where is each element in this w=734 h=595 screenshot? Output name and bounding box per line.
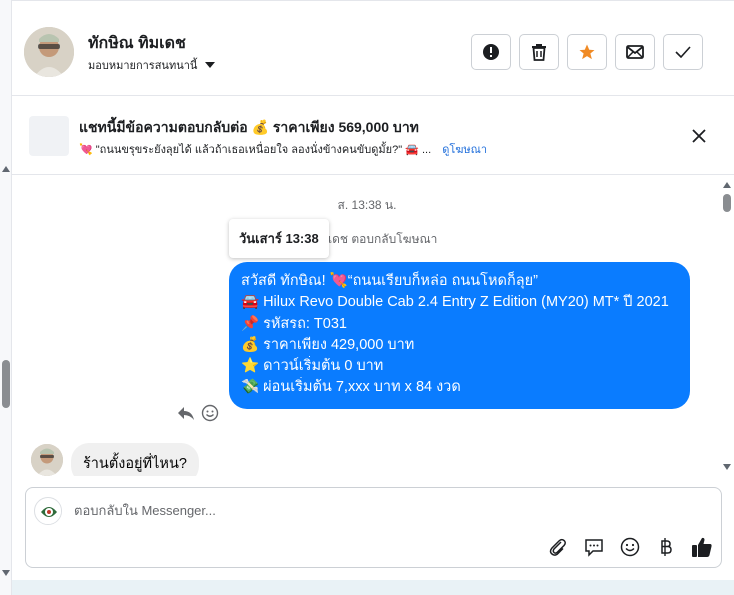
- message-line: ⭐ ดาวน์เริ่มต้น 0 บาท: [241, 358, 384, 375]
- trash-icon: [532, 44, 546, 61]
- attach-button[interactable]: [547, 536, 569, 558]
- mark-unread-button[interactable]: [615, 34, 655, 70]
- ad-reply-banner: แชทนี้มีข้อความตอบกลับต่อ 💰 ราคาเพียง 56…: [12, 97, 734, 175]
- scroll-up-arrow[interactable]: [2, 166, 10, 172]
- thumbs-up-icon: [692, 537, 712, 557]
- assign-conversation-dropdown[interactable]: มอบหมายการสนทนานี้: [88, 56, 216, 74]
- emoji-button[interactable]: [619, 536, 641, 558]
- smiley-icon: [620, 537, 640, 557]
- footer-band: [12, 580, 734, 595]
- scroll-thumb[interactable]: [723, 194, 731, 212]
- react-smiley-icon[interactable]: [201, 404, 219, 422]
- mark-spam-button[interactable]: [471, 34, 511, 70]
- message-line: 💸 ผ่อนเริ่มต้น 7,xxx บาท x 84 งวด: [241, 379, 461, 396]
- message-timestamp: ส. 13:38 น.: [337, 198, 397, 212]
- delete-button[interactable]: [519, 34, 559, 70]
- alert-icon: [483, 44, 499, 60]
- ad-snippet: 💘 "ถนนขรุขระยังลุยได้ แล้วถ้าเธอเหนื่อยใ…: [79, 144, 432, 156]
- chat-bubble-icon: [585, 539, 603, 557]
- scroll-down-arrow[interactable]: [2, 570, 10, 576]
- message-line: 💰 ราคาเพียง 429,000 บาท: [241, 336, 415, 353]
- conversation-actions: [471, 34, 703, 70]
- star-button[interactable]: [567, 34, 607, 70]
- contact-avatar-small[interactable]: [31, 444, 63, 476]
- ad-title: แชทนี้มีข้อความตอบกลับต่อ 💰 ราคาเพียง 56…: [79, 119, 419, 135]
- scroll-down-arrow[interactable]: [723, 464, 731, 470]
- message-line: สวัสดี ทักษิณ! 💘“ถนนเรียบก็หล่อ ถนนโหดก็…: [241, 273, 538, 289]
- paperclip-icon: [549, 538, 566, 556]
- outer-scrollbar[interactable]: [0, 0, 12, 595]
- envelope-icon: [626, 45, 644, 59]
- close-icon: [692, 129, 706, 143]
- thread-scrollbar[interactable]: [720, 176, 734, 476]
- contact-avatar[interactable]: [24, 27, 74, 77]
- star-icon: [579, 44, 595, 60]
- like-button[interactable]: [691, 536, 713, 558]
- conversation-panel: ทักษิณ ทิมเดช มอบหมายการสนทนานี้ แชทนี้ม…: [12, 0, 734, 595]
- reply-icon[interactable]: [177, 405, 195, 421]
- ad-snippet-row: 💘 "ถนนขรุขระยังลุยได้ แล้วถ้าเธอเหนื่อยใ…: [79, 140, 487, 158]
- saved-replies-button[interactable]: [583, 536, 605, 558]
- timestamp-tooltip: วันเสาร์ 13:38: [229, 219, 329, 258]
- reply-input[interactable]: [74, 503, 674, 518]
- conversation-header: ทักษิณ ทิมเดช มอบหมายการสนทนานี้: [12, 0, 734, 96]
- chevron-down-icon: [205, 62, 216, 68]
- assign-label: มอบหมายการสนทนานี้: [88, 60, 198, 72]
- contact-name[interactable]: ทักษิณ ทิมเดช: [88, 31, 186, 56]
- scroll-thumb[interactable]: [2, 360, 10, 408]
- close-banner-button[interactable]: [688, 125, 710, 147]
- scroll-up-arrow[interactable]: [723, 182, 731, 188]
- message-line: 🚘 Hilux Revo Double Cab 2.4 Entry Z Edit…: [241, 294, 669, 311]
- payment-button[interactable]: [655, 536, 677, 558]
- ad-thumbnail: [29, 116, 69, 156]
- baht-icon: [661, 538, 672, 556]
- incoming-message[interactable]: ร้านตั้งอยู่ที่ไหน?: [71, 443, 199, 476]
- mark-done-button[interactable]: [663, 34, 703, 70]
- message-line: 📌 รหัสรถ: T031: [241, 315, 347, 332]
- check-icon: [675, 46, 691, 58]
- composer-tools: [547, 536, 713, 558]
- message-thread[interactable]: ส. 13:38 น. วันเสาร์ 13:38 เดช ตอบกลับโฆ…: [12, 176, 734, 476]
- reply-composer: [25, 487, 722, 568]
- ad-reply-label: เดช ตอบกลับโฆษณา: [328, 232, 438, 246]
- view-ad-link[interactable]: ดูโฆษณา: [442, 144, 487, 156]
- message-actions: [177, 404, 219, 422]
- outgoing-message[interactable]: สวัสดี ทักษิณ! 💘“ถนนเรียบก็หล่อ ถนนโหดก็…: [229, 262, 690, 409]
- page-avatar: [34, 497, 62, 525]
